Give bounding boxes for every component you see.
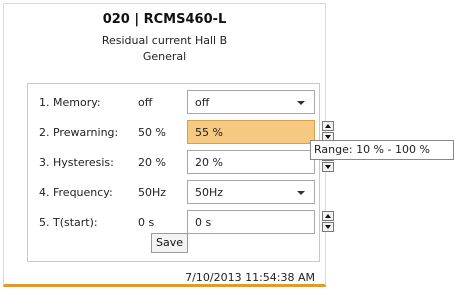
- parameter-current-value: off: [138, 96, 153, 109]
- tstart-input[interactable]: 0 s: [187, 210, 315, 234]
- parameter-label: 3. Hysteresis:: [39, 156, 114, 169]
- range-tooltip: Range: 10 % - 100 %: [310, 140, 454, 160]
- parameter-row-prewarning: 2. Prewarning: 50 % 55 %: [28, 117, 334, 147]
- parameter-row-frequency: 4. Frequency: 50Hz 50Hz: [28, 177, 319, 207]
- timestamp: 7/10/2013 11:54:38 AM: [185, 271, 315, 284]
- parameter-current-value: 0 s: [138, 216, 155, 229]
- spin-down-icon[interactable]: [322, 222, 334, 232]
- parameter-label: 2. Prewarning:: [39, 126, 119, 139]
- frequency-select[interactable]: 50Hz: [187, 180, 315, 204]
- prewarning-input[interactable]: 55 %: [187, 120, 315, 144]
- tstart-input-value: 0 s: [195, 216, 212, 229]
- memory-select-value: off: [195, 96, 210, 109]
- chevron-down-icon[interactable]: [297, 191, 305, 195]
- save-button[interactable]: Save: [151, 233, 188, 253]
- parameter-row-hysteresis: 3. Hysteresis: 20 % 20 %: [28, 147, 334, 177]
- device-title: 020 | RCMS460-L: [102, 12, 227, 27]
- hysteresis-input[interactable]: 20 %: [187, 150, 315, 174]
- chevron-down-icon[interactable]: [297, 101, 305, 105]
- device-subtitle: Residual current Hall B: [101, 34, 228, 47]
- parameter-label: 1. Memory:: [39, 96, 101, 109]
- parameter-current-value: 20 %: [138, 156, 166, 169]
- parameter-row-memory: 1. Memory: off off: [28, 87, 319, 117]
- tstart-spinner[interactable]: [322, 211, 334, 233]
- spin-up-icon[interactable]: [322, 211, 334, 221]
- parameter-label: 5. T(start):: [39, 216, 98, 229]
- hysteresis-input-value: 20 %: [195, 156, 223, 169]
- spin-down-icon[interactable]: [322, 162, 334, 172]
- parameter-group-name: General: [142, 50, 187, 63]
- parameter-label: 4. Frequency:: [39, 186, 113, 199]
- memory-select[interactable]: off: [187, 90, 315, 114]
- spin-up-icon[interactable]: [322, 121, 334, 131]
- parameter-current-value: 50Hz: [138, 186, 167, 199]
- parameter-current-value: 50 %: [138, 126, 166, 139]
- prewarning-input-value: 55 %: [195, 126, 223, 139]
- frequency-select-value: 50Hz: [195, 186, 224, 199]
